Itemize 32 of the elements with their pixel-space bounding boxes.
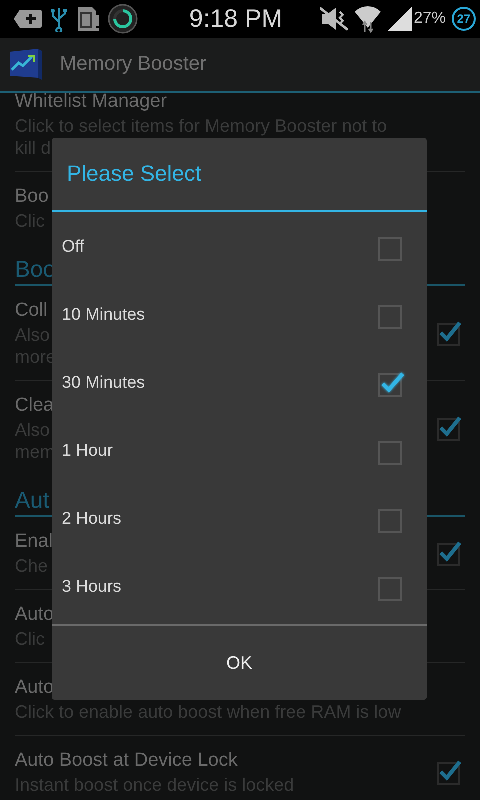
option-label[interactable]: 10 Minutes bbox=[62, 305, 146, 325]
checkbox[interactable] bbox=[435, 539, 463, 567]
dialog-title: Please Select bbox=[67, 161, 202, 187]
setting-title[interactable]: Coll bbox=[15, 298, 48, 324]
checkbox[interactable] bbox=[435, 758, 463, 786]
sd-card-icon[interactable] bbox=[76, 5, 100, 33]
checkbox[interactable] bbox=[435, 319, 463, 347]
setting-title[interactable]: Auto Boost at Device Lock bbox=[15, 748, 238, 774]
usb-icon[interactable] bbox=[50, 6, 68, 32]
setting-title[interactable]: Auto bbox=[15, 675, 54, 701]
option-label[interactable]: 1 Hour bbox=[62, 441, 114, 461]
option-label[interactable]: 3 Hours bbox=[62, 577, 122, 597]
setting-title[interactable]: Whitelist Manager bbox=[15, 89, 168, 115]
option-label[interactable]: Off bbox=[62, 237, 84, 257]
ring-icon[interactable] bbox=[108, 4, 138, 34]
category-header: Aut bbox=[15, 487, 50, 513]
mute-icon bbox=[320, 6, 348, 32]
option-label[interactable]: 2 Hours bbox=[62, 509, 122, 529]
wifi-icon bbox=[354, 4, 382, 34]
app-logo-icon bbox=[8, 48, 44, 82]
setting-title[interactable]: Enal bbox=[15, 529, 54, 555]
signal-icon bbox=[388, 5, 412, 33]
setting-title[interactable]: Clea bbox=[15, 393, 54, 419]
battery-percent: 27% bbox=[414, 10, 446, 28]
setting-title[interactable]: Boo bbox=[15, 184, 49, 210]
setting-title[interactable]: Auto bbox=[15, 602, 54, 628]
checkbox[interactable] bbox=[435, 414, 463, 442]
option-label[interactable]: 30 Minutes bbox=[62, 373, 146, 393]
clock: 9:18 PM bbox=[189, 4, 283, 34]
app-title: Memory Booster bbox=[60, 53, 207, 76]
ok-button[interactable]: OK bbox=[52, 624, 427, 700]
battery-badge: 27 bbox=[452, 7, 476, 31]
